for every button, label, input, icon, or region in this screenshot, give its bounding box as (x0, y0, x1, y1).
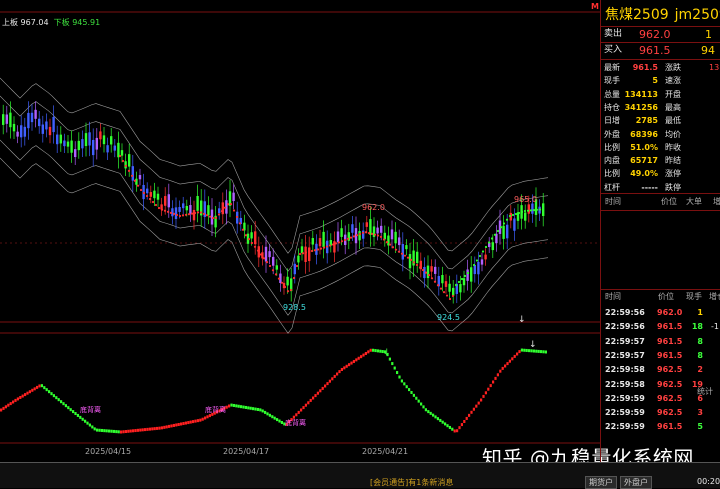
contract-name: 焦煤2509 (605, 7, 669, 23)
ask-label: 卖出 (604, 29, 623, 39)
bid-row[interactable]: 买入 961.5 94 (601, 43, 720, 58)
trade-row[interactable]: 22:59:57 961.5 8 (601, 334, 720, 349)
date-label: 2025/04/21 (362, 447, 409, 456)
trade-time: 22:59:56 (605, 308, 645, 317)
low-label-1: 928.5 (283, 303, 306, 312)
member-notice[interactable]: [会员通告]有1条新消息 (370, 477, 453, 488)
trade-delta: -1 (711, 322, 719, 332)
trade-time: 22:59:56 (605, 322, 645, 332)
futures-account-button[interactable]: 期货户 (585, 476, 617, 489)
bid-qty: 94 (701, 44, 715, 57)
lower-band-value: 945.91 (72, 18, 101, 27)
trade-price: 961.5 (657, 336, 683, 346)
low-label-2: 924.5 (437, 313, 460, 322)
trade-row[interactable]: 22:59:56 961.5 18 -1 (601, 319, 720, 334)
trade-header: 时间 价位 现手 增仓 (605, 292, 720, 301)
band-readout: 上板 967.04 下板 945.91 (2, 17, 100, 28)
date-label: 2025/04/15 (85, 447, 132, 456)
foreign-account-button[interactable]: 外盘户 (620, 476, 652, 489)
m-marker-icon[interactable]: M (591, 2, 600, 11)
contract-code: jm2509 (674, 7, 720, 23)
indicator-curve (0, 348, 547, 434)
trade-price: 961.5 (657, 322, 683, 332)
trade-price: 961.5 (657, 422, 683, 432)
trade-qty: 1 (697, 308, 703, 317)
quote-panel: 焦煤2509jm2509 卖出 962.0 1 买入 961.5 94 最新96… (600, 0, 720, 462)
trade-price: 961.5 (657, 350, 683, 360)
div-label-3: 底背离 (285, 418, 306, 427)
trade-time: 22:59:59 (605, 422, 645, 432)
peak-label-2: 965.0 (514, 195, 537, 204)
div-label-2: 底背离 (205, 405, 226, 414)
trade-row[interactable]: 22:59:59 962.5 3 (601, 405, 720, 420)
ask-price: 962.0 (639, 28, 671, 41)
upper-band-value: 967.04 (20, 18, 49, 27)
trade-qty: 5 (697, 422, 703, 432)
trade-price: 962.0 (657, 308, 683, 317)
trade-row[interactable]: 22:59:57 961.5 8 (601, 348, 720, 363)
trade-qty: 3 (697, 408, 703, 418)
bid-price: 961.5 (639, 44, 671, 57)
trade-row[interactable]: 22:59:56 962.0 1 (601, 305, 720, 320)
down-arrow-icon: ↓ (529, 340, 537, 350)
down-arrow-icon: ↓ (518, 315, 526, 325)
upper-band-label: 上板 (2, 18, 18, 27)
trade-time: 22:59:58 (605, 365, 645, 375)
trade-price: 962.5 (657, 408, 683, 418)
peak-label-1: 962.0 (362, 203, 385, 212)
bollinger-bands (0, 77, 549, 334)
trade-qty: 18 (691, 322, 703, 332)
status-bar: [会员通告]有1条新消息 期货户 外盘户 00:20 (0, 462, 720, 489)
candlesticks (2, 101, 545, 304)
down-arrow-icon: ↓ (383, 348, 391, 358)
lower-band-label: 下板 (53, 18, 70, 27)
trade-row[interactable]: 22:59:58 962.5 2 (601, 362, 720, 377)
trade-time: 22:59:59 (605, 408, 645, 418)
contract-title[interactable]: 焦煤2509 jm2509 (605, 4, 720, 24)
ask-row[interactable]: 卖出 962.0 1 (601, 27, 720, 42)
big-order-header: 时间 价位 大单 增 (605, 197, 720, 206)
trade-price: 962.5 (657, 365, 683, 375)
date-label: 2025/04/17 (223, 447, 270, 456)
trade-qty: 2 (697, 365, 703, 375)
bid-label: 买入 (604, 45, 623, 55)
div-label-1: 底背离 (80, 405, 101, 414)
ask-qty: 1 (705, 28, 712, 41)
kline-chart[interactable]: 962.0 965.0 928.5 924.5 底背离 底背离 底背离 ↓ ↓ … (0, 0, 600, 462)
trade-qty: 8 (697, 350, 703, 360)
trade-row[interactable]: 22:59:59 961.5 5 (601, 419, 720, 434)
trade-time: 22:59:57 (605, 336, 645, 346)
trade-qty: 8 (697, 336, 703, 346)
clock: 00:20 (697, 477, 720, 486)
trade-time: 22:59:57 (605, 350, 645, 360)
stats-button[interactable]: 统计 (601, 384, 720, 399)
